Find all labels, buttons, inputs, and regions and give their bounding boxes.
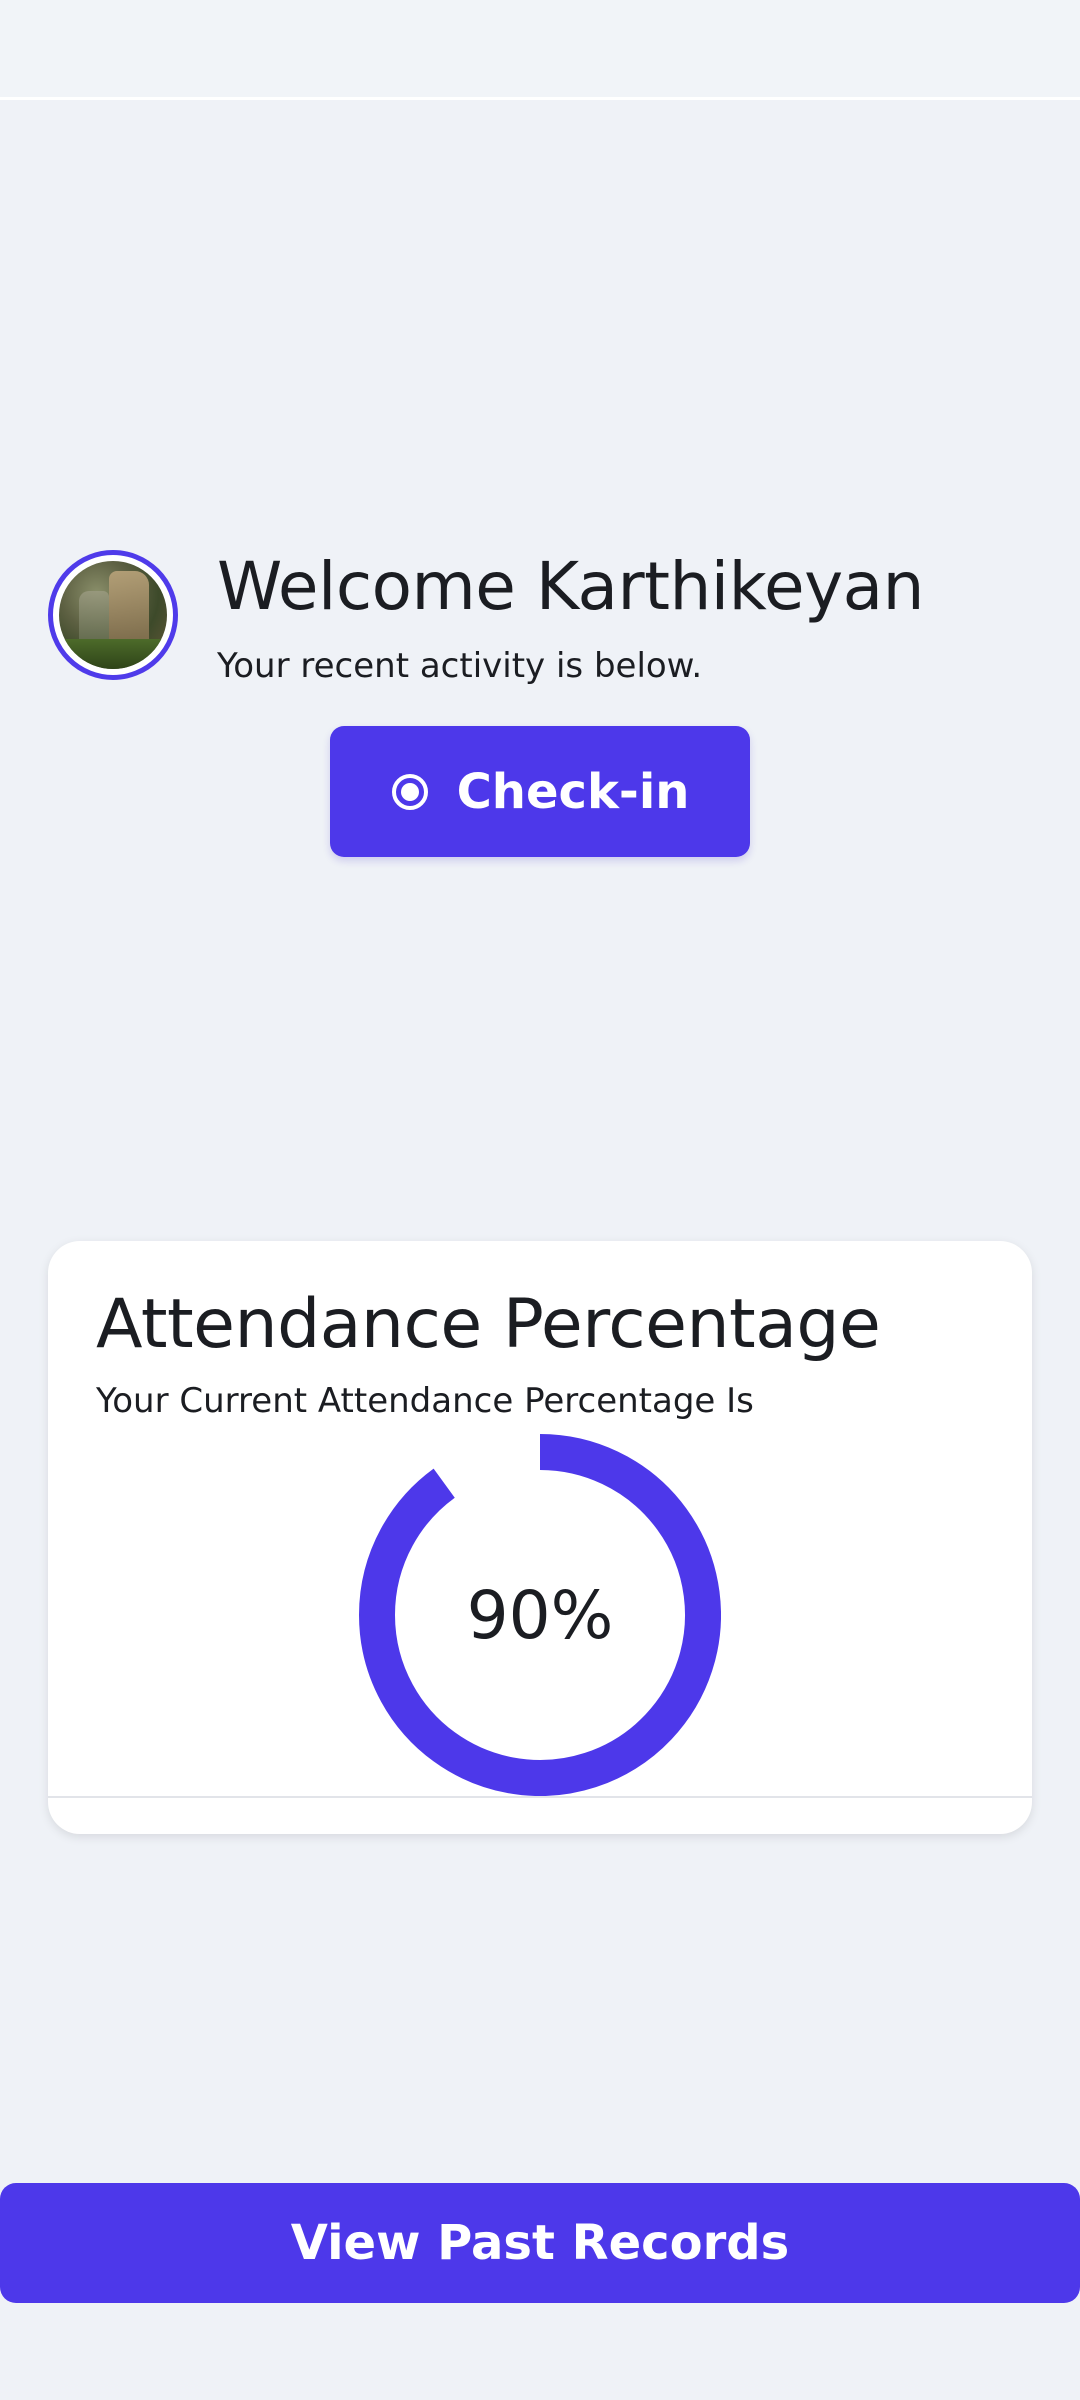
attendance-card: Attendance Percentage Your Current Atten… — [48, 1241, 1032, 1834]
radio-dot-icon — [391, 773, 428, 810]
check-in-label: Check-in — [456, 763, 690, 820]
view-past-records-button[interactable]: View Past Records — [0, 2183, 1080, 2303]
attendance-percentage-value: 90% — [466, 1576, 614, 1654]
card-divider — [48, 1796, 1032, 1798]
welcome-subtitle: Your recent activity is below. — [217, 646, 703, 686]
top-app-bar — [0, 0, 1080, 100]
view-past-records-label: View Past Records — [290, 2215, 790, 2271]
attendance-subtitle: Your Current Attendance Percentage Is — [96, 1381, 754, 1421]
avatar[interactable] — [48, 550, 178, 680]
welcome-title: Welcome Karthikeyan — [217, 548, 924, 625]
avatar-photo — [59, 561, 167, 669]
attendance-title: Attendance Percentage — [96, 1285, 881, 1364]
check-in-button[interactable]: Check-in — [330, 726, 750, 857]
